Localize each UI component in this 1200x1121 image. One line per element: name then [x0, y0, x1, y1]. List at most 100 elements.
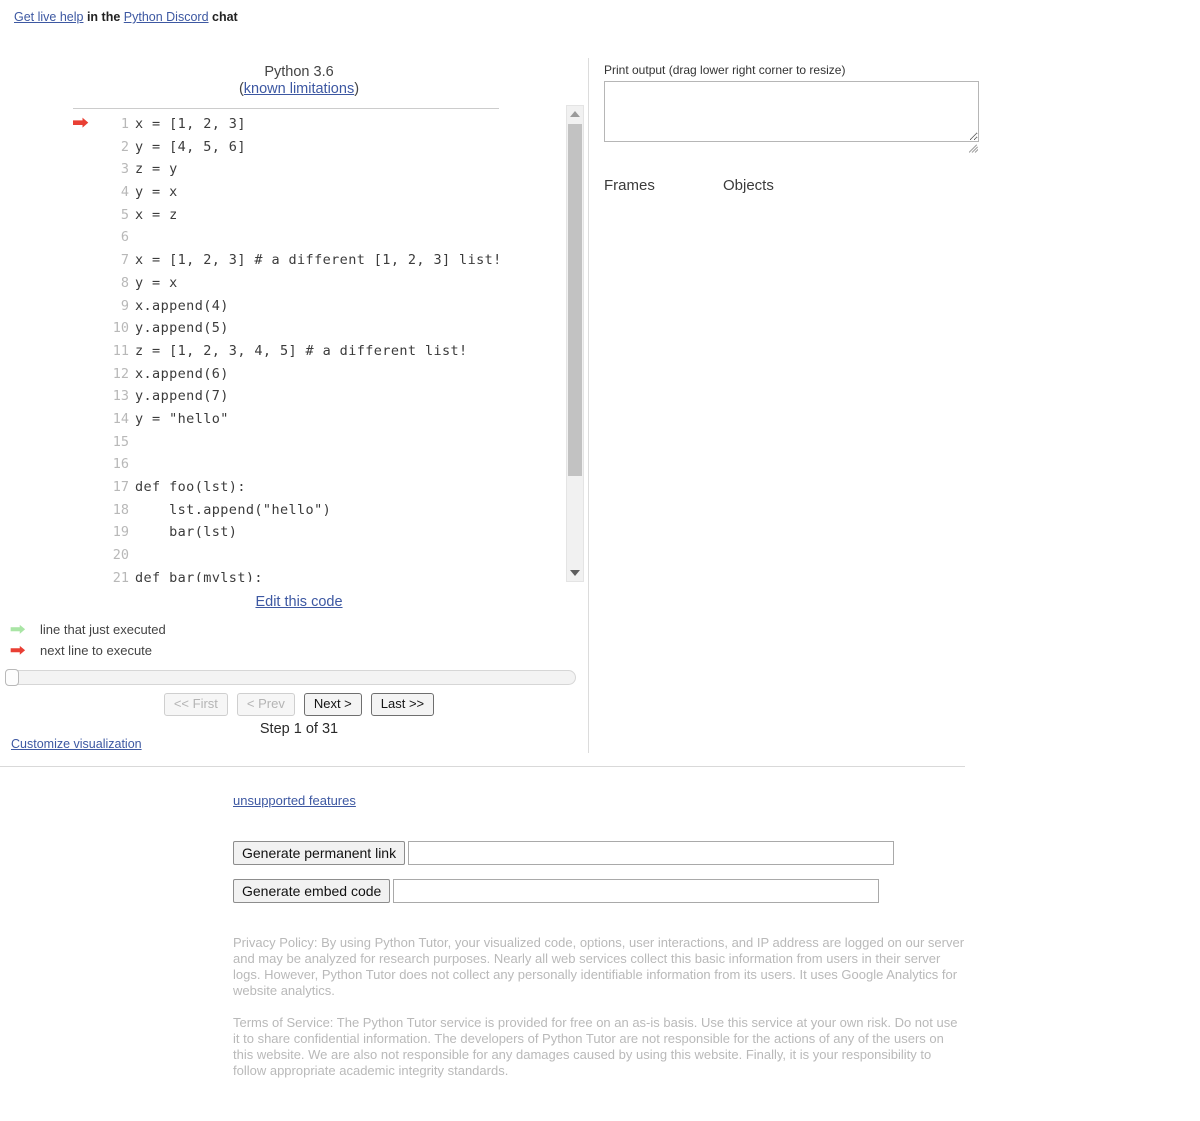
frames-column-label: Frames — [604, 177, 655, 194]
line-number: 18 — [112, 501, 129, 518]
code-line[interactable]: 9 x.append(4) — [73, 295, 563, 318]
code-line[interactable]: 11 z = [1, 2, 3, 4, 5] # a different list… — [73, 340, 563, 363]
line-number: 12 — [112, 365, 129, 382]
code-line[interactable]: 6 — [73, 226, 563, 249]
embed-code-input[interactable] — [393, 879, 880, 903]
code-line-text: y = x — [135, 184, 178, 201]
limitations-paren-close: ) — [354, 81, 360, 97]
scroll-up-arrow-icon[interactable] — [567, 106, 583, 122]
code-line-text: z = y — [135, 161, 178, 178]
edit-this-code-link[interactable]: Edit this code — [255, 594, 342, 610]
line-number: 16 — [112, 456, 129, 473]
code-line-text: bar(lst) — [135, 524, 238, 541]
code-line[interactable]: 19 bar(lst) — [73, 521, 563, 544]
execution-step-slider[interactable] — [5, 669, 576, 686]
generate-permalink-row: Generate permanent link — [233, 841, 895, 865]
code-line[interactable]: 20 — [73, 544, 563, 567]
customize-visualization-container: Customize visualization — [11, 737, 142, 751]
execution-legend: ➡ line that just executed ➡ next line to… — [10, 620, 166, 661]
help-bar-mid-text: in the — [83, 10, 124, 24]
legend-row-next-line: ➡ next line to execute — [10, 641, 166, 662]
customize-visualization-link[interactable]: Customize visualization — [11, 737, 142, 751]
help-bar-tail-text: chat — [208, 10, 238, 24]
legend-label-just-executed: line that just executed — [40, 622, 166, 637]
panel-divider — [588, 58, 589, 753]
line-number: 11 — [112, 342, 129, 359]
slider-handle[interactable] — [5, 669, 19, 686]
code-line[interactable]: 14 y = "hello" — [73, 408, 563, 431]
known-limitations-line: (known limitations) — [73, 81, 525, 98]
code-line[interactable]: 16 — [73, 453, 563, 476]
generate-embed-row: Generate embed code — [233, 879, 880, 903]
legend-row-just-executed: ➡ line that just executed — [10, 620, 166, 641]
line-number: 21 — [112, 569, 129, 582]
resize-grip-icon[interactable] — [969, 144, 978, 153]
objects-column-label: Objects — [723, 177, 774, 194]
code-line[interactable]: 3 z = y — [73, 158, 563, 181]
next-line-arrow-icon: ➡ — [73, 113, 89, 132]
green-arrow-icon: ➡ — [10, 621, 26, 638]
code-line[interactable]: 5 x = z — [73, 204, 563, 227]
next-step-button[interactable]: Next > — [303, 693, 362, 716]
live-help-bar: Get live help in the Python Discord chat — [14, 10, 238, 24]
code-header-divider — [73, 108, 499, 109]
line-number: 1 — [120, 116, 129, 132]
scroll-down-arrow-icon[interactable] — [567, 565, 583, 581]
code-line-text: x.append(6) — [135, 365, 229, 382]
legend-label-next-line: next line to execute — [40, 642, 153, 658]
code-scrollbar[interactable] — [566, 105, 584, 582]
last-step-button[interactable]: Last >> — [370, 693, 435, 716]
generate-embed-code-button[interactable]: Generate embed code — [233, 879, 391, 903]
prev-step-button[interactable]: < Prev — [236, 693, 295, 716]
footer-legal-text: Privacy Policy: By using Python Tutor, y… — [233, 935, 966, 1095]
code-line[interactable]: 18 lst.append("hello") — [73, 499, 563, 522]
edit-this-code-container: Edit this code — [73, 594, 525, 610]
code-line[interactable]: 21 def bar(mylst): — [73, 567, 563, 582]
line-number: 9 — [120, 297, 129, 314]
permanent-link-input[interactable] — [408, 841, 895, 865]
code-line-text: y = "hello" — [135, 410, 229, 427]
code-line[interactable]: 8 y = x — [73, 272, 563, 295]
unsupported-features-container: unsupported features — [233, 793, 356, 808]
line-number: 7 — [120, 252, 129, 269]
code-line[interactable]: 15 — [73, 431, 563, 454]
line-number: 17 — [112, 479, 129, 495]
line-number: 8 — [120, 274, 129, 291]
get-live-help-link[interactable]: Get live help — [14, 10, 83, 24]
line-number: 15 — [112, 433, 129, 450]
line-number: 13 — [112, 388, 129, 405]
line-number: 2 — [120, 138, 129, 155]
line-number: 5 — [120, 206, 129, 223]
code-line[interactable]: 17 def foo(lst): — [73, 476, 563, 499]
known-limitations-link[interactable]: known limitations — [244, 81, 354, 97]
code-line[interactable]: 12 x.append(6) — [73, 363, 563, 386]
step-navigation-buttons: << First < Prev Next > Last >> — [73, 693, 525, 716]
code-line[interactable]: 2 y = [4, 5, 6] — [73, 136, 563, 159]
generate-permanent-link-button[interactable]: Generate permanent link — [233, 841, 406, 865]
code-line[interactable]: 10 y.append(5) — [73, 317, 563, 340]
python-discord-link[interactable]: Python Discord — [124, 10, 209, 24]
code-line-text: y = [4, 5, 6] — [135, 138, 246, 155]
first-step-button[interactable]: << First — [163, 693, 228, 716]
code-line[interactable]: ➡ 1 x = [1, 2, 3] — [73, 113, 563, 136]
terms-of-service-text: Terms of Service: The Python Tutor servi… — [233, 1015, 958, 1078]
code-line-text: def foo(lst): — [135, 479, 246, 495]
code-line[interactable]: 7 x = [1, 2, 3] # a different [1, 2, 3] l… — [73, 249, 563, 272]
code-display[interactable]: ➡ 1 x = [1, 2, 3] 2 y = [4, 5, 6] 3 z = y 4 y = … — [73, 113, 563, 582]
code-line[interactable]: 13 y.append(7) — [73, 385, 563, 408]
code-line-text: z = [1, 2, 3, 4, 5] # a different list! — [135, 342, 468, 359]
scrollbar-thumb[interactable] — [568, 124, 582, 476]
print-output-textarea[interactable] — [604, 81, 979, 142]
code-line-text: y = x — [135, 274, 178, 291]
unsupported-features-link[interactable]: unsupported features — [233, 793, 356, 808]
line-number: 19 — [112, 524, 129, 541]
python-version-label: Python 3.6 — [264, 64, 334, 80]
red-arrow-icon: ➡ — [10, 641, 26, 659]
code-line-text: x = z — [135, 206, 178, 223]
privacy-policy-text: Privacy Policy: By using Python Tutor, y… — [233, 935, 965, 998]
code-line[interactable]: 4 y = x — [73, 181, 563, 204]
print-output-label: Print output (drag lower right corner to… — [604, 63, 846, 77]
code-line-text: x = [1, 2, 3] — [135, 116, 246, 132]
line-number: 4 — [120, 184, 129, 201]
step-counter-label: Step 1 of 31 — [259, 721, 339, 737]
